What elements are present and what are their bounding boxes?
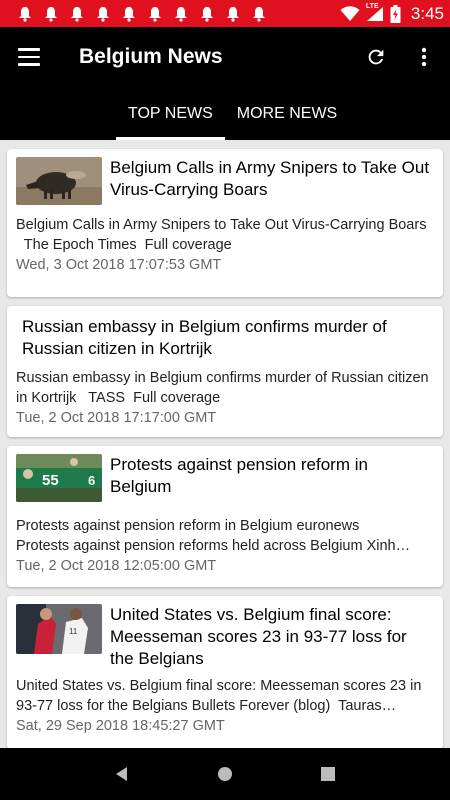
bell-icon xyxy=(174,6,188,22)
bell-icon xyxy=(44,6,58,22)
source-links: The Epoch Times Full coverage xyxy=(16,237,232,253)
source-links: TASS Full coverage xyxy=(80,390,220,406)
back-icon[interactable] xyxy=(110,762,134,786)
refresh-icon[interactable] xyxy=(364,45,388,69)
system-navigation-bar xyxy=(0,748,450,800)
article-title: Belgium Calls in Army Snipers to Take Ou… xyxy=(110,158,430,199)
basketball-thumbnail: 11 xyxy=(16,604,102,654)
battery-icon xyxy=(390,4,401,23)
app-title: Belgium News xyxy=(79,45,223,68)
app-bar: Belgium News TOP NEWS MORE NEWS xyxy=(0,27,450,140)
notification-icons xyxy=(18,6,266,22)
wifi-icon xyxy=(340,5,360,22)
tab-bar: TOP NEWS MORE NEWS xyxy=(0,87,450,140)
bell-icon xyxy=(200,6,214,22)
clock: 3:45 xyxy=(410,3,444,23)
bell-icon xyxy=(226,6,240,22)
related-headline: Protests against pension reforms held ac… xyxy=(16,538,411,554)
news-list: Belgium Calls in Army Snipers to Take Ou… xyxy=(0,140,450,748)
article-date: Sat, 29 Sep 2018 18:45:27 GMT xyxy=(16,718,225,734)
article-summary: Belgium Calls in Army Snipers to Take Ou… xyxy=(16,215,434,255)
article-summary: Protests against pension reform in Belgi… xyxy=(16,516,434,556)
article-title: Protests against pension reform in Belgi… xyxy=(110,455,368,496)
news-card[interactable]: 55 6 Protests against pension reform in … xyxy=(7,446,443,587)
svg-text:6: 6 xyxy=(88,473,95,488)
recents-icon[interactable] xyxy=(316,762,340,786)
network-type: LTE xyxy=(365,2,379,10)
svg-text:11: 11 xyxy=(69,627,78,636)
bell-icon xyxy=(252,6,266,22)
source-text: The Epoch Times Full coverage xyxy=(23,237,232,253)
hamburger-menu-icon[interactable] xyxy=(18,45,42,69)
svg-text:55: 55 xyxy=(42,472,59,489)
article-title: Russian embassy in Belgium confirms murd… xyxy=(22,317,387,358)
source-text: TASS Full coverage xyxy=(88,390,221,406)
tab-more-news[interactable]: MORE NEWS xyxy=(225,87,349,140)
news-card[interactable]: Russian embassy in Belgium confirms murd… xyxy=(7,306,443,437)
bell-icon xyxy=(18,6,32,22)
protest-thumbnail: 55 6 xyxy=(16,454,102,502)
article-date: Wed, 3 Oct 2018 17:07:53 GMT xyxy=(16,257,222,273)
source-text: euronews xyxy=(296,518,360,534)
signal-icon: LTE xyxy=(365,2,384,22)
summary-text: Russian embassy in Belgium confirms murd… xyxy=(16,370,429,406)
bell-icon xyxy=(122,6,136,22)
bell-icon xyxy=(70,6,84,22)
status-bar: LTE 3:45 xyxy=(0,0,450,27)
source-text: Bullets Forever (blog) Tauras… xyxy=(191,698,397,714)
bell-icon xyxy=(96,6,110,22)
tab-top-news[interactable]: TOP NEWS xyxy=(116,87,225,140)
home-icon[interactable] xyxy=(213,762,237,786)
toolbar: Belgium News xyxy=(0,27,450,87)
article-summary: Russian embassy in Belgium confirms murd… xyxy=(16,368,434,408)
article-date: Tue, 2 Oct 2018 17:17:00 GMT xyxy=(16,410,217,426)
status-indicators: LTE 3:45 xyxy=(340,2,444,24)
overflow-menu-icon[interactable] xyxy=(412,45,436,69)
article-summary: United States vs. Belgium final score: M… xyxy=(16,676,434,716)
toolbar-actions xyxy=(364,45,436,69)
wild-boar-thumbnail xyxy=(16,157,102,205)
news-card[interactable]: Belgium Calls in Army Snipers to Take Ou… xyxy=(7,149,443,297)
summary-text: Protests against pension reform in Belgi… xyxy=(16,518,293,534)
bell-icon xyxy=(148,6,162,22)
article-date: Tue, 2 Oct 2018 12:05:00 GMT xyxy=(16,558,217,574)
summary-text: Belgium Calls in Army Snipers to Take Ou… xyxy=(16,217,427,233)
news-card[interactable]: 11 United States vs. Belgium final score… xyxy=(7,596,443,748)
article-title: United States vs. Belgium final score: M… xyxy=(110,605,407,668)
